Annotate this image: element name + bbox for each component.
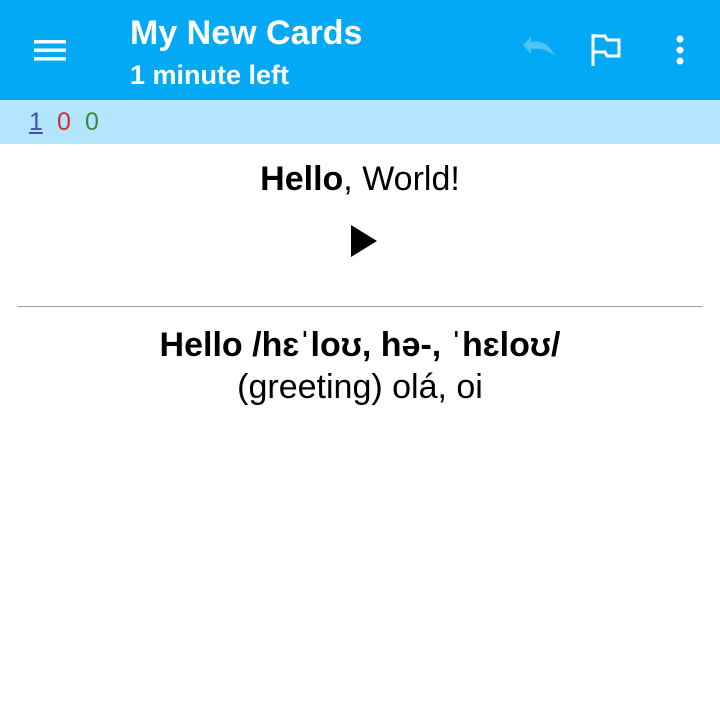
- review-count: 0: [85, 108, 99, 136]
- more-vertical-icon[interactable]: [658, 28, 702, 72]
- app-toolbar: My New Cards 1 minute left: [0, 0, 720, 100]
- undo-icon[interactable]: [517, 28, 561, 72]
- front-bold-word: Hello: [260, 160, 344, 198]
- flag-icon[interactable]: [584, 28, 628, 72]
- card-back-word: Hello /hɛˈloʊ, hə-, ˈhɛloʊ/: [159, 326, 561, 364]
- time-left-subtitle: 1 minute left: [130, 60, 290, 90]
- new-count: 1: [29, 108, 43, 136]
- card-counts-bar: 1 0 0: [0, 100, 720, 144]
- learning-count: 0: [57, 108, 71, 136]
- card-front-text: Hello, World!: [0, 160, 720, 199]
- front-rest-text: , World!: [343, 160, 460, 198]
- play-icon[interactable]: [348, 222, 380, 260]
- answer-divider: [18, 306, 702, 307]
- card-back-meaning: (greeting) olá, oi: [237, 368, 483, 406]
- deck-title: My New Cards: [130, 14, 363, 52]
- hamburger-menu-icon[interactable]: [22, 28, 78, 72]
